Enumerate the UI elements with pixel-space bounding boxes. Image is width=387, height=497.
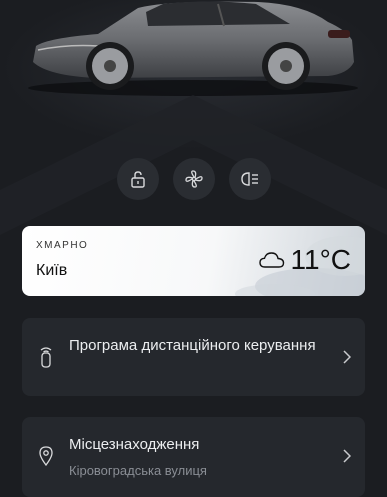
remote-control-card[interactable]: Програма дистанційного керування (22, 318, 365, 396)
remote-control-title: Програма дистанційного керування (69, 337, 316, 354)
weather-city: Київ (36, 262, 68, 279)
car-image (28, 1, 358, 96)
location-card[interactable]: Місцезнаходження Кіровоградська вулиця (22, 417, 365, 497)
quick-actions-bar (0, 158, 387, 200)
climate-fan-button[interactable] (172, 158, 215, 200)
lock-open-icon (130, 171, 145, 188)
key-fob-icon (40, 347, 52, 368)
location-pin-icon (39, 446, 53, 467)
weather-card[interactable]: ХМАРНО Київ 11°C (22, 226, 365, 296)
chevron-right-icon (343, 449, 351, 463)
location-title: Місцезнаходження (69, 436, 200, 453)
weather-condition: ХМАРНО (36, 240, 89, 251)
unlock-button[interactable] (116, 158, 159, 200)
headlights-icon (240, 172, 258, 186)
weather-temperature: 11°C (290, 244, 351, 275)
headlights-button[interactable] (228, 158, 271, 200)
location-address: Кіровоградська вулиця (69, 463, 207, 478)
cloud-icon (258, 252, 284, 268)
chevron-right-icon (343, 350, 351, 364)
weather-temperature-group: 11°C (258, 244, 351, 276)
fan-icon (184, 170, 203, 188)
